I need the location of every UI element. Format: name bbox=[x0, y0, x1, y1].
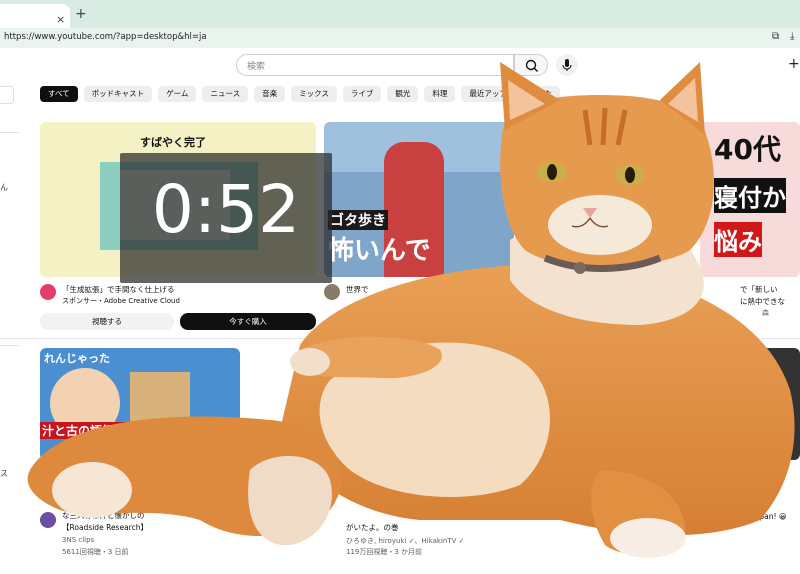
filter-chips: すべて ポッドキャスト ゲーム ニュース 音楽 ミックス ライブ 観光 料理 最近アップロードされ… bbox=[40, 86, 566, 102]
chip-podcast[interactable]: ポッドキャスト bbox=[83, 86, 153, 102]
ad-sponsor[interactable]: スポンサー・Adobe Creative Cloud bbox=[62, 296, 180, 306]
video-title[interactable]: な三人称は汁と懐かしの bbox=[62, 510, 145, 521]
search-placeholder: 検索 bbox=[247, 62, 266, 72]
thumbnail-caption: 汁と古の語録と共に始まっ bbox=[40, 422, 188, 439]
chip-all[interactable]: すべて bbox=[40, 86, 78, 102]
chip-news[interactable]: ニュース bbox=[202, 86, 249, 102]
cat-forehead-stripes bbox=[582, 107, 628, 146]
watch-button[interactable]: 視聴する bbox=[40, 313, 174, 330]
search-icon bbox=[525, 59, 538, 72]
sidebar-divider bbox=[0, 345, 20, 346]
cat-right-paw bbox=[590, 470, 686, 555]
chip-mix[interactable]: ミックス bbox=[291, 86, 337, 102]
channel-name[interactable]: 森 bbox=[762, 308, 769, 318]
video-thumbnail[interactable]: れんじゃった 汁と古の語録と共に始まっ bbox=[40, 348, 240, 460]
search-button[interactable] bbox=[514, 54, 548, 76]
thumbnail-text: 寝付か bbox=[714, 178, 786, 213]
timer-value: 0:52 bbox=[151, 171, 301, 248]
chip-sightseeing[interactable]: 観光 bbox=[387, 86, 419, 102]
video-title[interactable]: uji in Japan! 😀 bbox=[732, 512, 787, 521]
address-bar[interactable]: https://www.youtube.com/?app=desktop&hl=… bbox=[0, 28, 800, 48]
chip-recently-uploaded[interactable]: 最近アップロードされた bbox=[461, 86, 560, 102]
cat-front-leg bbox=[248, 456, 332, 546]
cat-left-pupil bbox=[547, 164, 557, 180]
thumbnail-text: れんじゃった bbox=[44, 352, 110, 365]
download-icon[interactable]: ⤓ bbox=[790, 31, 794, 42]
cat-collar bbox=[543, 254, 662, 272]
buy-now-button[interactable]: 今すぐ購入 bbox=[180, 313, 316, 330]
cat-nose bbox=[583, 208, 597, 218]
video-stats: 119万回視聴・3 か月前 bbox=[346, 548, 423, 556]
new-tab-button[interactable]: + bbox=[75, 6, 87, 22]
sidebar-item-label[interactable]: ス bbox=[0, 468, 8, 479]
close-tab-icon[interactable]: × bbox=[56, 13, 65, 26]
video-thumbnail[interactable] bbox=[760, 348, 800, 460]
chip-game[interactable]: ゲーム bbox=[158, 86, 197, 102]
thumbnail-text: 40代 bbox=[714, 133, 781, 166]
cat-right-ear-inner bbox=[668, 78, 698, 122]
chip-cooking[interactable]: 料理 bbox=[424, 86, 456, 102]
ad-title[interactable]: 「生成拡張」で手間なく仕上げる bbox=[62, 284, 175, 295]
cat-right-ear bbox=[660, 62, 705, 135]
video-thumbnail[interactable] bbox=[320, 348, 510, 460]
channel-name[interactable]: ひろゆき, hiroyuki ✓、HikakinTV ✓ bbox=[346, 536, 465, 546]
screen: × + https://www.youtube.com/?app=desktop… bbox=[0, 0, 800, 574]
cat-right-eye bbox=[615, 165, 645, 185]
microphone-icon bbox=[562, 59, 572, 71]
video-thumbnail[interactable]: 40代 寝付か 悩み bbox=[700, 122, 800, 277]
video-title[interactable]: がいたよ。の巻 bbox=[346, 522, 399, 533]
video-title-line2[interactable]: 【Roadside Research】 bbox=[62, 522, 148, 533]
section-divider bbox=[0, 338, 800, 339]
cat-chest bbox=[510, 226, 704, 325]
ad-thumbnail-title: すばやく完了 bbox=[140, 136, 206, 149]
channel-avatar[interactable] bbox=[324, 284, 340, 300]
thumbnail-text: 悩み bbox=[714, 222, 762, 257]
adobe-avatar[interactable] bbox=[40, 284, 56, 300]
thumbnail-caption-large: 怖いんで bbox=[328, 236, 431, 266]
cat-left-eye bbox=[537, 162, 567, 182]
sidebar-menu-item[interactable] bbox=[0, 86, 14, 104]
channel-name[interactable]: 3NS clips bbox=[62, 536, 94, 544]
video-title[interactable]: 世界で bbox=[346, 284, 369, 295]
url-text[interactable]: https://www.youtube.com/?app=desktop&hl=… bbox=[4, 32, 207, 42]
chip-live[interactable]: ライブ bbox=[342, 86, 382, 102]
video-thumbnail[interactable]: ゴタ歩き 怖いんで bbox=[324, 122, 514, 277]
cast-icon[interactable]: ⧉ bbox=[772, 31, 779, 42]
browser-tab[interactable]: × bbox=[0, 4, 70, 28]
channel-avatar[interactable] bbox=[40, 512, 56, 528]
video-title[interactable]: で「新しい bbox=[740, 284, 778, 295]
sidebar-divider bbox=[0, 132, 20, 133]
cat-muzzle bbox=[548, 195, 652, 255]
cat-mouth bbox=[571, 217, 609, 228]
cat-collar-bell bbox=[574, 262, 586, 274]
sidebar-item-label[interactable]: ん bbox=[0, 182, 8, 193]
cat-head bbox=[500, 95, 714, 267]
chip-music[interactable]: 音楽 bbox=[254, 86, 286, 102]
search-input[interactable]: 検索 bbox=[236, 54, 514, 76]
video-stats: 5611回視聴・3 日前 bbox=[62, 548, 129, 556]
voice-search-button[interactable] bbox=[556, 54, 578, 76]
video-title-line2[interactable]: に熱中できな bbox=[740, 296, 785, 307]
cat-right-pupil bbox=[625, 167, 635, 183]
thumbnail-caption: ゴタ歩き bbox=[328, 210, 388, 230]
cat-right-paw-tip bbox=[610, 518, 686, 558]
browser-tab-bar: × + bbox=[0, 0, 800, 28]
countdown-timer: 0:52 bbox=[120, 153, 332, 283]
create-button[interactable]: + bbox=[788, 56, 800, 72]
